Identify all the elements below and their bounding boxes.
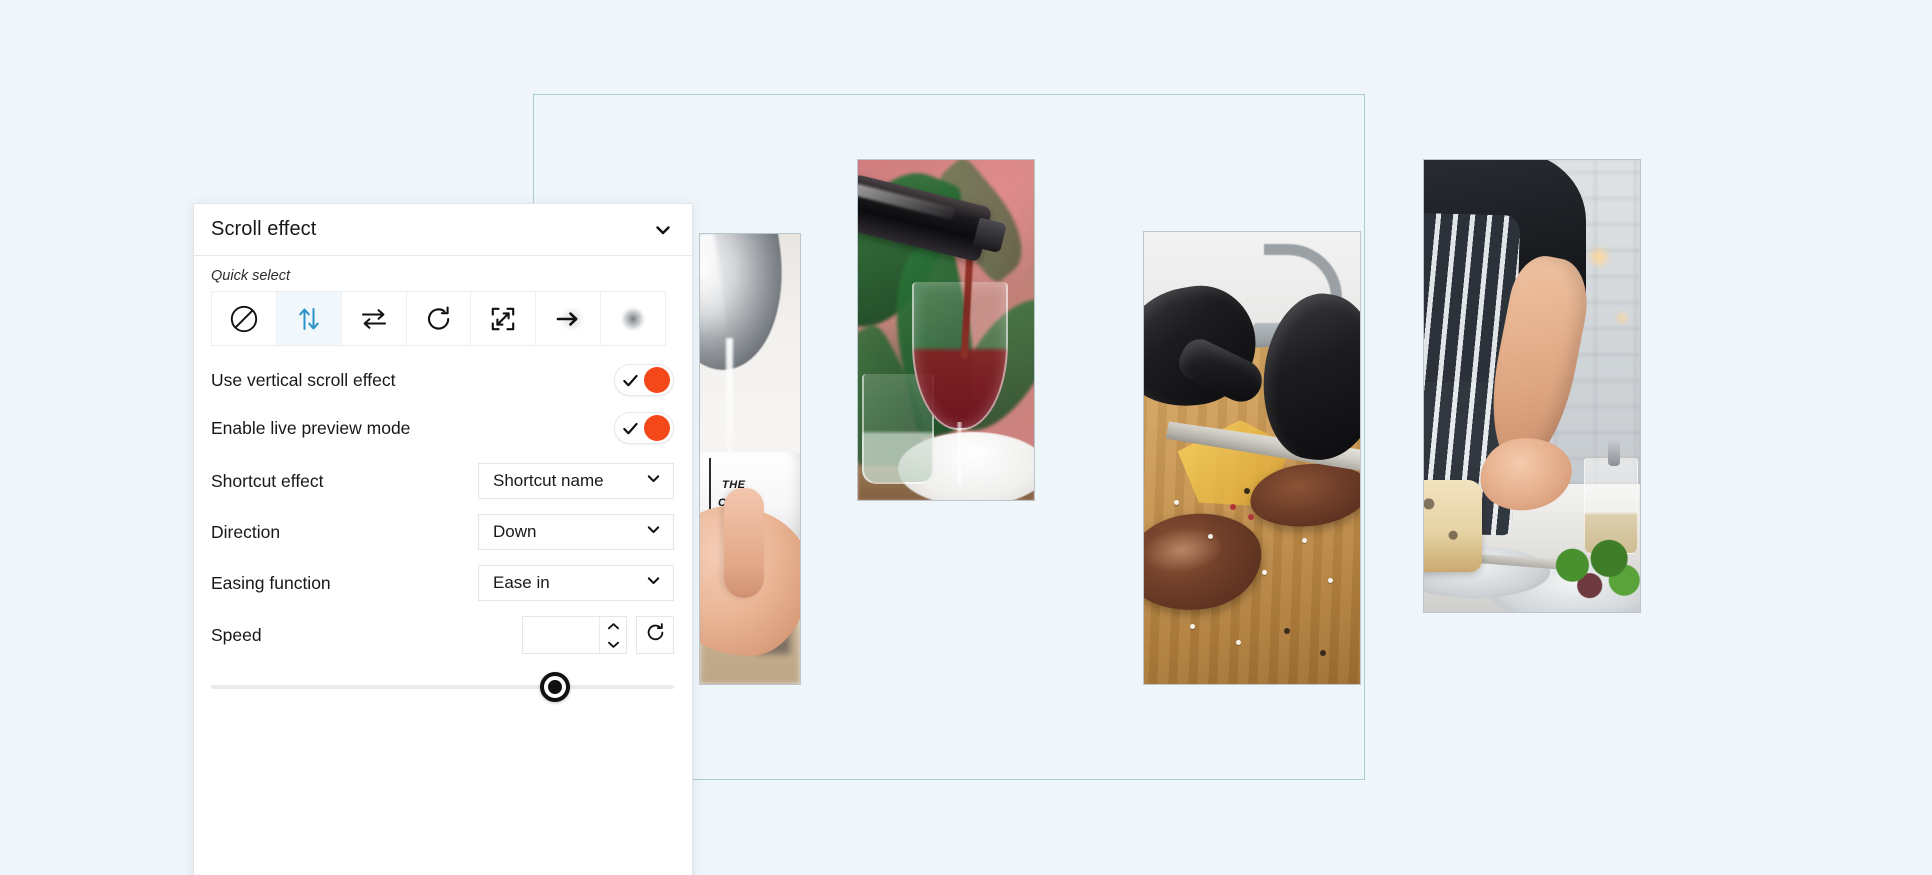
row-direction: Direction Down [194, 509, 692, 555]
scroll-effect-panel[interactable]: Scroll effect Quick select Use vertical … [193, 203, 693, 875]
image-card-steak-cutting-board[interactable] [1144, 232, 1360, 684]
warm-light-1 [1586, 244, 1612, 270]
spoon-icon [1608, 440, 1620, 466]
salt-grain [1262, 570, 1267, 575]
coffee-pour-mug-photo: MON THE CONDI OF [700, 234, 800, 684]
salt-grain [1236, 640, 1241, 645]
panel-header: Scroll effect [194, 204, 692, 256]
check-icon [622, 420, 639, 437]
refresh-icon [644, 621, 667, 649]
quick-select-vertical-scroll-effect[interactable] [276, 292, 342, 345]
quick-select-none-effect[interactable] [212, 292, 277, 345]
chevron-down-icon[interactable] [600, 635, 626, 653]
toggle-knob [644, 367, 670, 393]
quantity-stepper[interactable] [599, 617, 626, 653]
chevron-down-icon[interactable] [652, 219, 674, 241]
row-use-vertical-scroll-effect: Use vertical scroll effect [194, 357, 692, 403]
quick-select-fade-blur-effect[interactable] [601, 292, 666, 345]
kettle-icon [700, 234, 796, 379]
pour-stream [726, 338, 733, 462]
bread-slices [1424, 480, 1482, 572]
quick-select-scale-effect[interactable] [471, 292, 537, 345]
select-shortcut-effect[interactable]: Shortcut name [478, 463, 674, 499]
quick-select-rotate-effect[interactable] [406, 292, 472, 345]
arrows-vertical-icon [293, 303, 325, 335]
arrow-right-shadow-icon [551, 303, 585, 335]
label-use-vertical-scroll-effect: Use vertical scroll effect [211, 369, 396, 390]
slider-handle-icon[interactable] [540, 672, 570, 702]
green-salad [1540, 538, 1640, 606]
quick-select-slide-effect[interactable] [536, 292, 602, 345]
speed-input[interactable] [523, 617, 599, 653]
speed-controls [522, 616, 674, 654]
quick-select-row [211, 291, 666, 346]
arrows-horizontal-icon [358, 303, 390, 335]
no-entry-icon [228, 303, 260, 335]
quick-select-horizontal-swap-effect[interactable] [341, 292, 407, 345]
expand-diagonal-icon [487, 303, 519, 335]
label-speed: Speed [211, 624, 262, 645]
wine-glass-stem [957, 422, 962, 484]
select-shortcut-effect-value: Shortcut name [493, 471, 604, 490]
salt-grain [1302, 538, 1307, 543]
panel-title: Scroll effect [211, 218, 317, 240]
peppercorn [1244, 488, 1250, 494]
reset-speed-button[interactable] [636, 616, 674, 654]
chevron-down-icon [645, 521, 662, 543]
chef-plating-bread-salad-photo [1424, 160, 1640, 612]
row-easing-function: Easing function Ease in [194, 560, 692, 606]
steak-cutting-board-photo [1144, 232, 1360, 684]
select-easing-function[interactable]: Ease in [478, 565, 674, 601]
salt-grain [1190, 624, 1195, 629]
wine-pour-glass-photo [858, 160, 1034, 500]
select-easing-function-value: Ease in [493, 573, 550, 592]
rotate-clockwise-icon [423, 303, 455, 335]
label-easing-function: Easing function [211, 572, 331, 593]
row-enable-live-preview-mode: Enable live preview mode [194, 405, 692, 451]
salt-grain [1174, 500, 1179, 505]
check-icon [622, 372, 639, 389]
speed-number-field[interactable] [522, 616, 627, 654]
label-enable-live-preview-mode: Enable live preview mode [211, 417, 411, 438]
speed-slider[interactable] [211, 672, 674, 702]
peppercorn [1320, 650, 1326, 656]
label-direction: Direction [211, 521, 281, 542]
pink-peppercorn [1248, 514, 1254, 520]
chevron-up-icon[interactable] [600, 617, 626, 635]
select-direction[interactable]: Down [478, 514, 674, 550]
slider-track[interactable] [211, 685, 674, 689]
toggle-enable-live-preview-mode[interactable] [614, 412, 674, 444]
image-card-wine-pour-glass[interactable] [858, 160, 1034, 500]
image-card-coffee-pour-mug[interactable]: MON THE CONDI OF [700, 234, 800, 684]
pink-peppercorn [1230, 504, 1236, 510]
finger [724, 488, 764, 598]
toggle-use-vertical-scroll-effect[interactable] [614, 364, 674, 396]
select-direction-value: Down [493, 522, 537, 541]
label-shortcut-effect: Shortcut effect [211, 470, 324, 491]
image-card-chef-plating[interactable] [1424, 160, 1640, 612]
chevron-down-icon [645, 470, 662, 492]
chevron-down-icon [645, 572, 662, 594]
salt-grain [1328, 578, 1333, 583]
salt-grain [1208, 534, 1213, 539]
row-shortcut-effect: Shortcut effect Shortcut name [194, 458, 692, 504]
peppercorn [1284, 628, 1290, 634]
row-speed: Speed [194, 611, 692, 659]
toggle-knob [644, 415, 670, 441]
warm-light-3 [1614, 310, 1630, 326]
quick-select-label: Quick select [211, 268, 290, 284]
blurred-dot-icon [617, 303, 649, 335]
